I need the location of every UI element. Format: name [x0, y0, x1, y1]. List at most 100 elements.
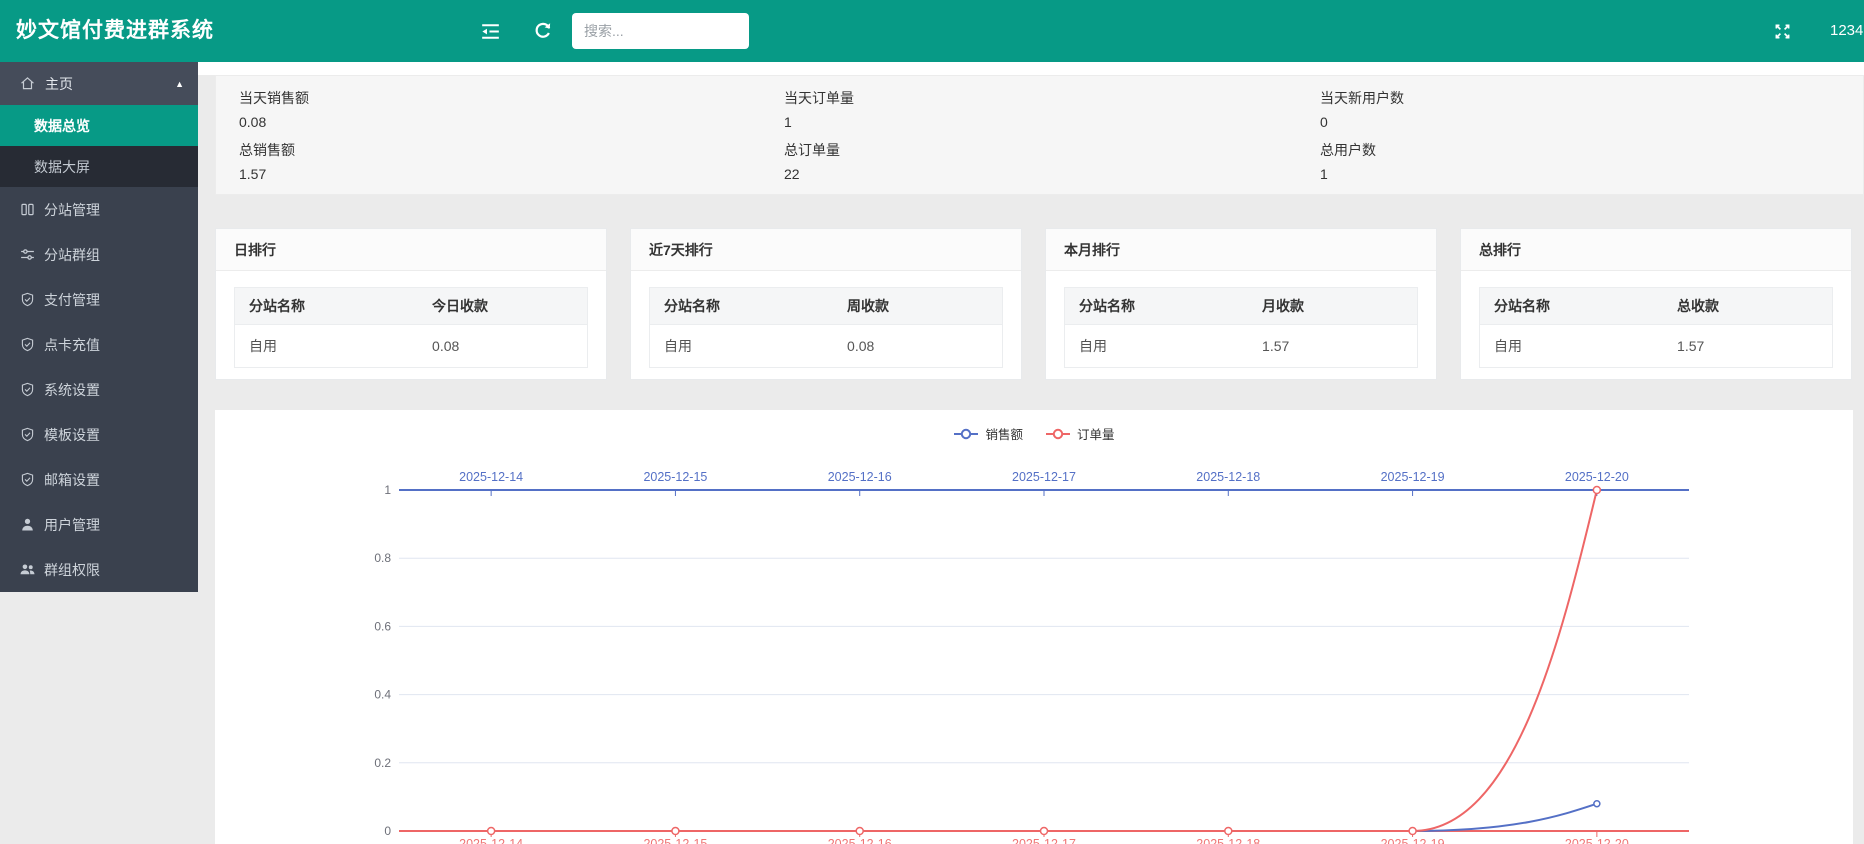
sidebar-item-label: 系统设置	[44, 380, 100, 400]
y-axis-tick-label: 0	[384, 824, 391, 838]
stat-label: 当天新用户数	[1320, 88, 1863, 108]
sidebar-item-system-settings[interactable]: 系统设置	[0, 367, 198, 412]
x-axis-top-label: 2025-12-20	[1565, 470, 1629, 484]
menu-fold-icon[interactable]	[478, 19, 503, 44]
refresh-icon[interactable]	[532, 20, 554, 42]
table-row: 自用1.57	[1065, 325, 1418, 368]
x-axis-top-label: 2025-12-19	[1381, 470, 1445, 484]
stat-total-users: 总用户数1	[1320, 140, 1863, 192]
sidebar-item-label: 邮箱设置	[44, 470, 100, 490]
substation-name-cell: 自用	[650, 325, 834, 368]
sidebar-item-label: 支付管理	[44, 290, 100, 310]
ranking-card-monthly: 本月排行分站名称月收款自用1.57	[1045, 228, 1437, 380]
content-top-strip	[198, 62, 1864, 75]
ranking-cards-row: 日排行分站名称今日收款自用0.08近7天排行分站名称周收款自用0.08本月排行分…	[215, 228, 1853, 380]
sidebar-item-label: 群组权限	[44, 560, 100, 580]
stat-label: 总订单量	[784, 140, 1320, 160]
x-axis-top-label: 2025-12-16	[828, 470, 892, 484]
ranking-table: 分站名称总收款自用1.57	[1479, 287, 1833, 368]
legend-item-orders[interactable]: 订单量	[1045, 424, 1115, 443]
sidebar-item-group-permissions[interactable]: 群组权限	[0, 547, 198, 592]
sidebar-item-label: 分站管理	[44, 200, 100, 220]
x-axis-bottom-label: 2025-12-19	[1381, 837, 1445, 844]
ranking-card-title: 总排行	[1461, 229, 1851, 271]
search-input[interactable]	[572, 13, 749, 49]
sidebar-item-label: 用户管理	[44, 515, 100, 535]
stat-total-orders: 总订单量 22	[784, 140, 1320, 192]
column-header-name: 分站名称	[1065, 288, 1249, 325]
sidebar-item-home[interactable]: 主页▲	[0, 62, 198, 105]
legend-marker-icon	[1045, 428, 1071, 440]
sidebar-item-email-settings[interactable]: 邮箱设置	[0, 457, 198, 502]
stat-total-sales: 总销售额1.57	[239, 140, 784, 192]
chart-legend: 销售额 订单量	[215, 424, 1853, 443]
header-bar: 妙文馆付费进群系统 12345	[0, 0, 1864, 62]
sidebar-item-data-overview[interactable]: 数据总览	[0, 105, 198, 146]
column-header-amount: 今日收款	[418, 288, 587, 325]
ranking-card-total: 总排行分站名称总收款自用1.57	[1460, 228, 1852, 380]
data-point-orders	[488, 828, 495, 835]
column-header-amount: 总收款	[1663, 288, 1832, 325]
x-axis-bottom-label: 2025-12-18	[1196, 837, 1260, 844]
sidebar-item-card-recharge[interactable]: 点卡充值	[0, 322, 198, 367]
amount-cell: 1.57	[1248, 325, 1417, 368]
column-header-amount: 月收款	[1248, 288, 1417, 325]
y-axis-tick-label: 1	[384, 483, 391, 497]
data-point-sales	[1594, 801, 1600, 807]
sidebar-item-label: 分站群组	[44, 245, 100, 265]
stats-panel: 当天销售额0.08当天订单量1当天新用户数0总销售额1.57总订单量22总用户数…	[215, 75, 1864, 195]
table-row: 自用1.57	[1480, 325, 1833, 368]
column-header-name: 分站名称	[235, 288, 419, 325]
legend-label: 订单量	[1077, 424, 1115, 443]
column-header-name: 分站名称	[1480, 288, 1664, 325]
chevron-up-icon: ▲	[175, 79, 184, 89]
users-icon	[19, 561, 36, 578]
data-point-orders	[672, 828, 679, 835]
x-axis-top-label: 2025-12-14	[459, 470, 523, 484]
ranking-card-daily: 日排行分站名称今日收款自用0.08	[215, 228, 607, 380]
x-axis-bottom-label: 2025-12-15	[643, 837, 707, 844]
app-title: 妙文馆付费进群系统	[16, 0, 214, 62]
user-menu[interactable]: 12345	[1830, 0, 1864, 62]
ranking-card-title: 近7天排行	[631, 229, 1021, 271]
stat-value: 1	[784, 114, 1320, 130]
sidebar: 主页▲数据总览数据大屏分站管理分站群组支付管理点卡充值系统设置模板设置邮箱设置用…	[0, 62, 198, 592]
ranking-table: 分站名称周收款自用0.08	[649, 287, 1003, 368]
stat-today-sales: 当天销售额0.08	[239, 88, 784, 140]
column-header-name: 分站名称	[650, 288, 834, 325]
ranking-table: 分站名称今日收款自用0.08	[234, 287, 588, 368]
stat-label: 当天销售额	[239, 88, 784, 108]
substation-name-cell: 自用	[235, 325, 419, 368]
ranking-card-title: 本月排行	[1046, 229, 1436, 271]
ranking-card-last-7-days: 近7天排行分站名称周收款自用0.08	[630, 228, 1022, 380]
shield-check-icon	[19, 291, 36, 308]
fullscreen-icon[interactable]	[1772, 21, 1793, 42]
stat-value: 22	[784, 166, 1320, 182]
y-axis-tick-label: 0.2	[374, 756, 391, 770]
y-axis-tick-label: 0.4	[374, 688, 391, 702]
data-point-orders	[1225, 828, 1232, 835]
sidebar-item-substation-management[interactable]: 分站管理	[0, 187, 198, 232]
x-axis-bottom-label: 2025-12-16	[828, 837, 892, 844]
legend-item-sales[interactable]: 销售额	[953, 424, 1023, 443]
column-header-amount: 周收款	[833, 288, 1002, 325]
substation-name-cell: 自用	[1065, 325, 1249, 368]
stat-label: 当天订单量	[784, 88, 1320, 108]
x-axis-top-label: 2025-12-15	[643, 470, 707, 484]
sidebar-item-template-settings[interactable]: 模板设置	[0, 412, 198, 457]
stat-value: 1	[1320, 166, 1863, 182]
amount-cell: 0.08	[418, 325, 587, 368]
sidebar-item-substation-groups[interactable]: 分站群组	[0, 232, 198, 277]
x-axis-top-label: 2025-12-17	[1012, 470, 1076, 484]
sidebar-item-data-screen[interactable]: 数据大屏	[0, 146, 198, 187]
y-axis-tick-label: 0.6	[374, 619, 391, 633]
amount-cell: 1.57	[1663, 325, 1832, 368]
sidebar-item-payment-management[interactable]: 支付管理	[0, 277, 198, 322]
sales-orders-chart-panel: 销售额订单量 00.20.40.60.812025-12-142025-12-1…	[215, 410, 1853, 844]
legend-marker-icon	[953, 428, 979, 440]
sidebar-item-user-management[interactable]: 用户管理	[0, 502, 198, 547]
x-axis-bottom-label: 2025-12-14	[459, 837, 523, 844]
sidebar-item-label: 点卡充值	[44, 335, 100, 355]
stat-today-new-users: 当天新用户数0	[1320, 88, 1863, 140]
legend-label: 销售额	[985, 424, 1023, 443]
